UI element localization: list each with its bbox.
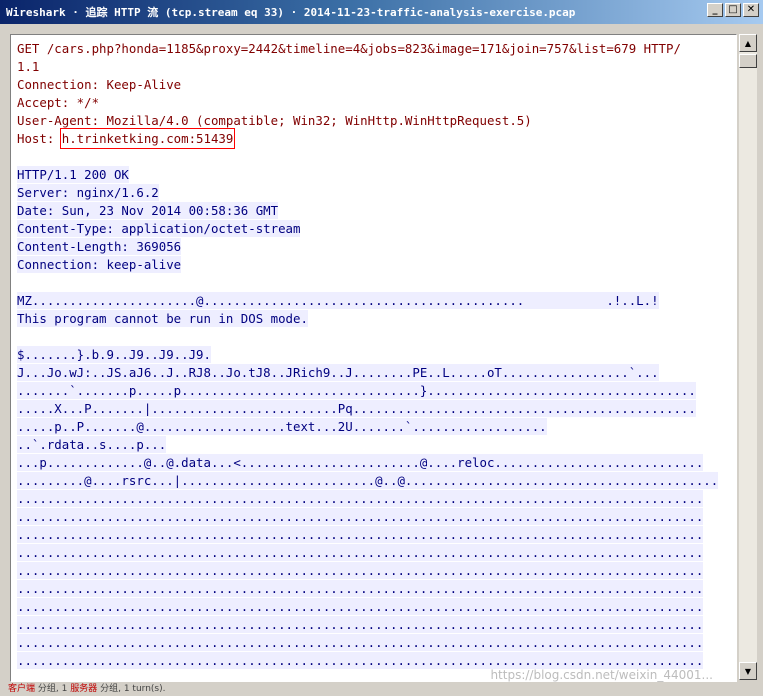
response-body-line: ........................................…: [17, 562, 704, 579]
maximize-button[interactable]: □: [725, 3, 741, 17]
status-server-count: 分组, 1 turn(s).: [100, 684, 166, 694]
status-client-count: 分组, 1: [37, 684, 68, 694]
status-bar: 客户端 分组, 1 服务器 分组, 1 turn(s).: [0, 682, 763, 696]
response-body-line: ..`.rdata..s....p...: [17, 436, 167, 453]
response-body: MZ......................@...............…: [17, 292, 736, 670]
response-header-connection: Connection: keep-alive: [17, 256, 182, 273]
window-controls: _ □ ✕: [707, 3, 759, 17]
response-body-line: ........................................…: [17, 526, 704, 543]
response-body-line: ........................................…: [17, 544, 704, 561]
request-header-accept: Accept: */*: [17, 95, 100, 110]
request-line-cont: 1.1: [17, 59, 40, 74]
stream-text: GET /cars.php?honda=1185&proxy=2442&time…: [17, 40, 736, 670]
response-body-line: .....p..P.......@...................text…: [17, 418, 547, 435]
scroll-up-button[interactable]: ▲: [739, 34, 757, 52]
response-status-line: HTTP/1.1 200 OK: [17, 166, 129, 183]
stream-window-client: GET /cars.php?honda=1185&proxy=2442&time…: [4, 26, 759, 682]
response-body-line: .........@....rsrc...|..................…: [17, 472, 719, 489]
response-body-line: ........................................…: [17, 616, 704, 633]
response-body-line: ........................................…: [17, 634, 704, 651]
response-header-date: Date: Sun, 23 Nov 2014 00:58:36 GMT: [17, 202, 279, 219]
status-server-label: 服务器: [70, 684, 98, 694]
request-line: GET /cars.php?honda=1185&proxy=2442&time…: [17, 41, 681, 56]
response-body-line: .....X...P.......|......................…: [17, 400, 696, 417]
response-body-line: J...Jo.wJ:..JS.aJ6..J..RJ8..Jo.tJ8..JRic…: [17, 364, 659, 381]
response-body-line: $.......}.b.9..J9..J9..J9.: [17, 346, 211, 363]
response-body-line: .......`.......p.....p..................…: [17, 382, 696, 399]
response-body-line: ........................................…: [17, 508, 704, 525]
response-body-line: MZ......................@...............…: [17, 292, 659, 309]
response-header-server: Server: nginx/1.6.2: [17, 184, 159, 201]
request-header-user-agent: User-Agent: Mozilla/4.0 (compatible; Win…: [17, 113, 532, 128]
title-bar[interactable]: Wireshark · 追踪 HTTP 流 (tcp.stream eq 33)…: [0, 0, 763, 24]
response-header-content-length: Content-Length: 369056: [17, 238, 182, 255]
response-body-line: ........................................…: [17, 580, 704, 597]
host-value-highlight: h.trinketking.com:51439: [59, 128, 236, 149]
stream-content-pane[interactable]: GET /cars.php?honda=1185&proxy=2442&time…: [10, 34, 737, 682]
response-body-line: ........................................…: [17, 598, 704, 615]
response-header-content-type: Content-Type: application/octet-stream: [17, 220, 301, 237]
window-title: Wireshark · 追踪 HTTP 流 (tcp.stream eq 33)…: [6, 6, 576, 19]
scroll-thumb[interactable]: [739, 54, 757, 68]
scroll-down-button[interactable]: ▼: [739, 662, 757, 680]
status-client-label: 客户端: [8, 684, 36, 694]
close-button[interactable]: ✕: [743, 3, 759, 17]
minimize-button[interactable]: _: [707, 3, 723, 17]
response-body-line: This program cannot be run in DOS mode.: [17, 310, 308, 327]
response-body-line: ........................................…: [17, 490, 704, 507]
watermark: https://blog.csdn.net/weixin_44001...: [490, 668, 713, 682]
request-header-host: Host: h.trinketking.com:51439: [17, 128, 236, 149]
response-body-line: ...p.............@..@.data...<..........…: [17, 454, 704, 471]
vertical-scrollbar[interactable]: ▲ ▼: [739, 34, 757, 680]
request-header-connection: Connection: Keep-Alive: [17, 77, 182, 92]
